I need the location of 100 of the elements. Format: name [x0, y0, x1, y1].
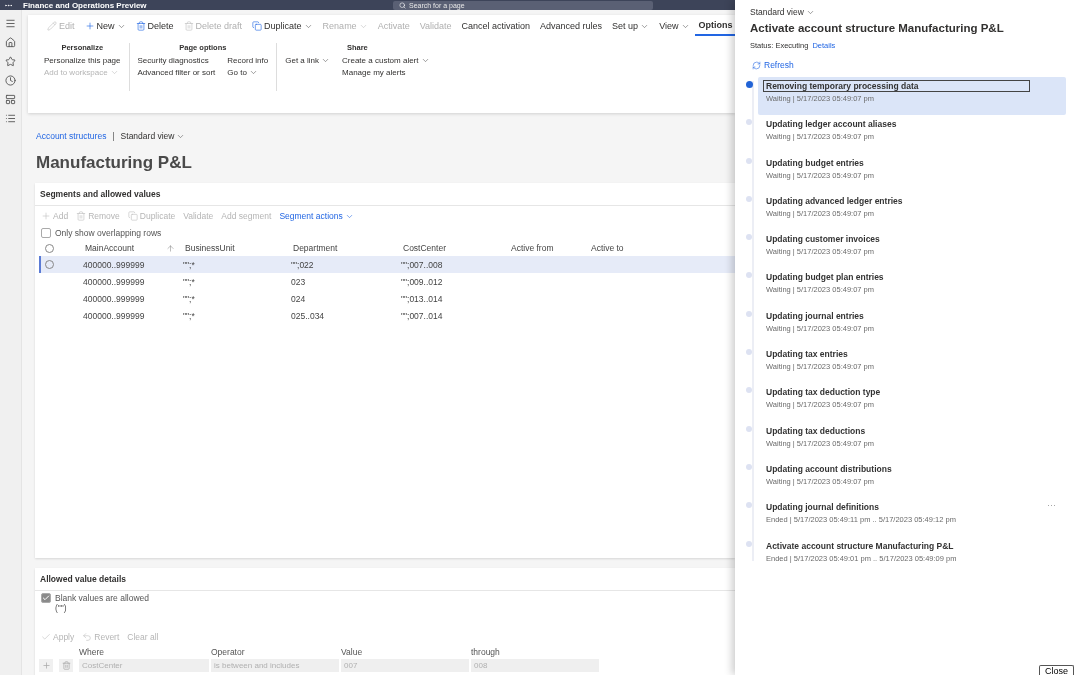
undo-icon — [82, 632, 93, 642]
close-button[interactable]: Close — [1039, 665, 1074, 675]
step-title: Activate account structure Manufacturing P&L — [765, 540, 955, 551]
search-icon — [399, 1, 406, 9]
step-title: Updating ledger account aliases — [765, 119, 898, 130]
table-cell: "";* — [183, 310, 195, 321]
table-cell-text: 400000..999999 — [82, 310, 145, 321]
step-title: Updating account distributions — [765, 463, 893, 474]
list-icon[interactable] — [5, 113, 16, 124]
card-title: Allowed value details — [35, 568, 735, 591]
workspace-icon[interactable] — [5, 94, 16, 105]
toolbar-button[interactable]: Segment actions — [275, 209, 358, 223]
app-title: Finance and Operations Preview — [23, 0, 148, 10]
panel-title: Activate account structure Manufacturing P&L — [750, 22, 1005, 34]
ribbon-item[interactable]: Advanced filter or sort — [137, 67, 216, 78]
checkbox-label: Blank values are allowed — [55, 593, 150, 603]
table-row[interactable]: 400000..999999 "";* 025..034 "";007..014 — [39, 307, 735, 324]
column-header[interactable]: BusinessUnit — [185, 243, 235, 253]
step-dot — [746, 349, 752, 356]
column-header: Value — [341, 647, 364, 659]
checkbox-label: Only show overlapping rows — [55, 228, 162, 238]
table-cell: "";* — [183, 293, 195, 304]
table-cell: "";* — [183, 276, 195, 287]
card-title: Segments and allowed values — [35, 183, 735, 206]
copy-icon — [252, 21, 263, 31]
checkbox[interactable] — [41, 228, 51, 238]
table-cell: "";007..014 — [401, 310, 443, 321]
trash-icon — [61, 661, 71, 670]
checkbox[interactable] — [41, 593, 51, 603]
select-all-radio[interactable] — [45, 243, 54, 253]
ribbon-item[interactable]: Create a custom alert — [342, 55, 430, 66]
column-header[interactable]: CostCenter — [403, 243, 446, 253]
step-dot — [746, 119, 752, 126]
table-cell: 024 — [291, 293, 306, 304]
breadcrumb-link[interactable]: Account structures — [36, 131, 107, 141]
step-dot — [746, 195, 752, 202]
step-dot — [746, 310, 752, 317]
action-button[interactable]: New — [79, 16, 131, 36]
step-title: Updating tax deduction type — [765, 387, 882, 398]
table-cell-text: 400000..999999 — [82, 259, 145, 270]
step-title: Updating customer invoices — [765, 234, 881, 245]
table-cell-text: 400000..999999 — [82, 293, 145, 304]
home-icon[interactable] — [5, 37, 16, 48]
refresh-button[interactable]: Refresh — [752, 60, 794, 70]
step-title: Updating budget entries — [765, 157, 865, 168]
ribbon-item[interactable]: Personalize this page — [44, 55, 121, 66]
table-cell: "";009..012 — [401, 276, 443, 287]
pencil-icon — [47, 21, 57, 31]
trash-icon — [135, 21, 146, 31]
column-header: through — [471, 647, 501, 659]
column-header: Where — [79, 647, 106, 659]
star-icon[interactable] — [5, 56, 16, 67]
table-row[interactable]: 400000..999999 "";* 023 "";009..012 — [39, 273, 735, 290]
step-dot — [746, 425, 752, 432]
action-button[interactable]: Delete — [130, 16, 179, 36]
table-cell: "";013..014 — [401, 293, 443, 304]
table-row[interactable]: 400000..999999 "";* "";022 "";007..008 — [39, 256, 735, 273]
column-header[interactable]: Active from — [511, 243, 554, 253]
ribbon-item[interactable]: Security diagnostics — [137, 55, 216, 66]
step-title: Updating journal definitions — [765, 502, 880, 513]
ribbon-item[interactable]: Go to — [227, 67, 269, 78]
step-title: Updating advanced ledger entries — [765, 195, 904, 206]
view-selector[interactable]: Standard view — [750, 7, 815, 17]
step-dot — [746, 540, 752, 547]
step-dot — [746, 157, 752, 164]
column-header[interactable]: Department — [293, 243, 338, 253]
step-title: Updating tax entries — [765, 349, 849, 360]
table-cell: 023 — [291, 276, 306, 287]
plus-icon — [41, 661, 51, 670]
plus-icon — [41, 211, 51, 221]
table-row[interactable]: 400000..999999 "";* 024 "";013..014 — [39, 290, 735, 307]
step-dot — [746, 387, 752, 394]
copy-icon — [127, 211, 138, 221]
step-dot — [746, 463, 752, 470]
table-cell: "";* — [183, 259, 195, 270]
action-button[interactable]: Duplicate — [247, 16, 318, 36]
refresh-icon — [752, 60, 761, 70]
action-button[interactable]: Set up — [607, 16, 655, 36]
table-cell: "";022 — [291, 259, 314, 270]
ribbon-item[interactable]: Manage my alerts — [342, 67, 430, 78]
column-header: Operator — [211, 647, 246, 659]
action-button[interactable]: View — [654, 16, 695, 36]
step-dot — [746, 81, 753, 88]
ribbon-item[interactable]: Record info — [227, 55, 269, 66]
step-title: Updating journal entries — [765, 310, 865, 321]
step-title: Updating budget plan entries — [765, 272, 885, 283]
column-header[interactable]: MainAccount — [75, 243, 135, 253]
clock-icon[interactable] — [5, 75, 16, 86]
action-button[interactable]: Cancel activation — [456, 16, 536, 36]
column-header[interactable]: Active to — [591, 243, 624, 253]
ribbon-item[interactable]: Get a link — [285, 55, 331, 66]
action-button[interactable]: Advanced rules — [535, 16, 608, 36]
table-cell-text: 400000..999999 — [82, 276, 145, 287]
trash-icon — [183, 21, 194, 31]
menu-icon[interactable] — [5, 18, 16, 29]
trash-icon — [76, 211, 87, 221]
view-selector[interactable]: Standard view — [120, 131, 186, 141]
breadcrumb-separator: | — [112, 131, 115, 141]
table-cell: "";007..008 — [401, 259, 443, 270]
table-cell: 025..034 — [291, 310, 325, 321]
